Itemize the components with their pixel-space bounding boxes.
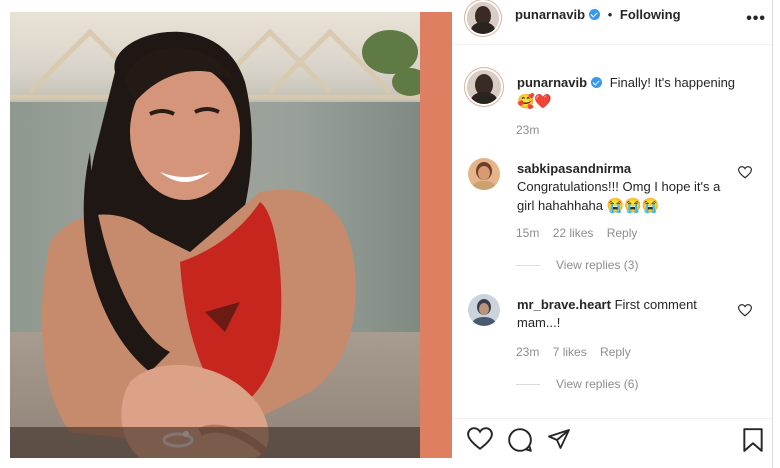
verified-badge-icon	[591, 77, 603, 88]
comment-reply-button[interactable]: Reply	[607, 226, 638, 240]
header-separator: •	[607, 7, 613, 22]
comment-item-2: mr_brave.heart First comment mam...!	[517, 296, 737, 332]
post-header: punarnavib • Following •••	[452, 0, 772, 45]
comment-avatar-image	[468, 158, 500, 190]
bookmark-icon[interactable]	[742, 427, 764, 453]
comment-avatar-mr-brave-heart[interactable]	[468, 294, 500, 326]
post-side-panel: punarnavib • Following ••• punarnavib Fi…	[452, 0, 773, 468]
following-status[interactable]: Following	[620, 7, 681, 22]
verified-badge-icon	[589, 9, 601, 20]
caption-emoji: 🥰❤️	[517, 93, 552, 109]
comment-time: 23m	[516, 345, 540, 359]
comment-meta-2: 23m 7 likes Reply	[516, 345, 641, 359]
comment-meta-1: 15m 22 likes Reply	[516, 226, 647, 240]
author-avatar-image	[467, 2, 499, 34]
comment-emoji: 😭😭😭	[606, 197, 659, 213]
view-replies-2[interactable]: View replies (6)	[516, 377, 638, 391]
comment-username[interactable]: mr_brave.heart	[517, 297, 611, 312]
view-replies-1[interactable]: View replies (3)	[516, 258, 638, 272]
caption-author-avatar[interactable]	[467, 70, 501, 104]
comment-likes[interactable]: 22 likes	[553, 226, 594, 240]
more-options-icon[interactable]: •••	[746, 10, 766, 28]
comment-like-heart-icon[interactable]	[738, 166, 752, 179]
comment-time: 15m	[516, 226, 540, 240]
heart-icon[interactable]	[467, 427, 493, 451]
share-icon[interactable]	[546, 427, 572, 451]
comment-avatar-image	[468, 294, 500, 326]
replies-divider	[516, 265, 540, 267]
comment-reply-button[interactable]: Reply	[600, 345, 631, 359]
author-username[interactable]: punarnavib	[515, 7, 585, 22]
caption-text: Finally! It's happening	[609, 75, 736, 90]
post-caption: punarnavib Finally! It's happening 🥰❤️	[517, 74, 757, 110]
view-replies-label[interactable]: View replies (3)	[556, 258, 638, 272]
author-avatar[interactable]	[467, 2, 499, 34]
caption-timestamp: 23m	[516, 123, 549, 137]
replies-divider	[516, 384, 540, 386]
comment-username[interactable]: sabkipasandnirma	[517, 160, 737, 178]
comment-like-heart-icon[interactable]	[738, 304, 752, 317]
photo-illustration	[10, 28, 420, 458]
comment-item-1: sabkipasandnirma Congratulations!!! Omg …	[517, 160, 737, 215]
post-action-bar	[452, 418, 772, 459]
comment-icon[interactable]	[507, 427, 533, 453]
caption-username[interactable]: punarnavib	[517, 75, 587, 90]
comment-likes[interactable]: 7 likes	[553, 345, 587, 359]
post-photo[interactable]	[10, 12, 420, 458]
comment-avatar-sabkipasandnirma[interactable]	[468, 158, 500, 190]
view-replies-label[interactable]: View replies (6)	[556, 377, 638, 391]
photo-side-strip	[420, 12, 452, 458]
header-user-line: punarnavib • Following	[515, 7, 681, 22]
instagram-post-embed: punarnavib • Following ••• punarnavib Fi…	[0, 0, 780, 468]
caption-avatar-image	[467, 70, 501, 104]
caption-time: 23m	[516, 123, 540, 137]
